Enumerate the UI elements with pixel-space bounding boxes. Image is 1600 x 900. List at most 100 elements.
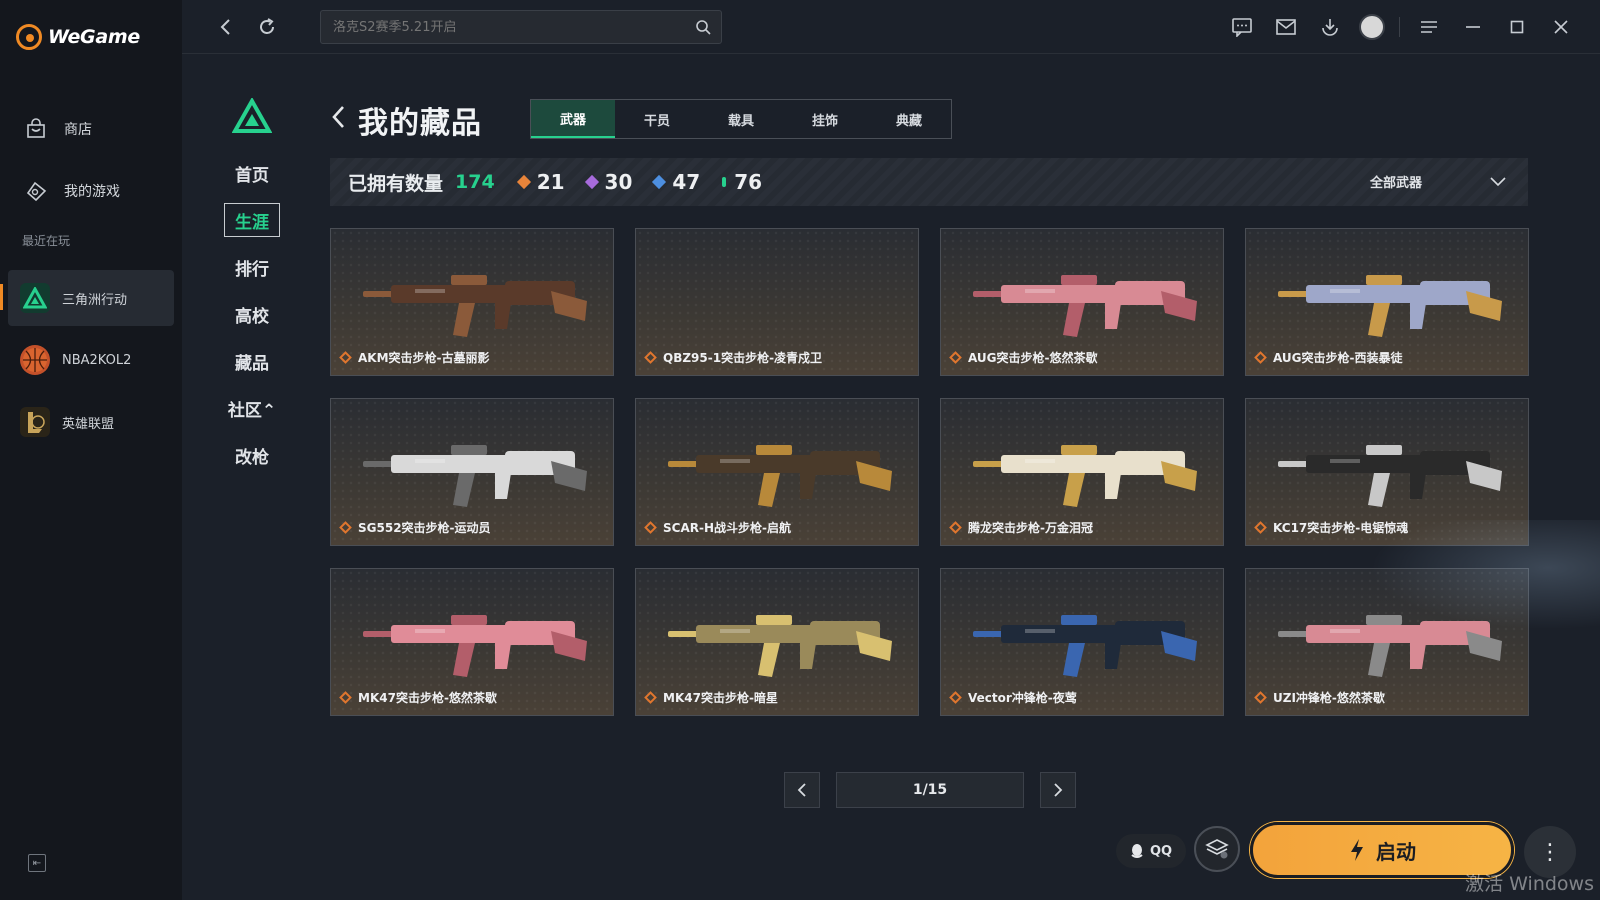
weapon-image (355, 251, 591, 347)
game-nav-college[interactable]: 高校 (222, 297, 282, 331)
weapon-card[interactable]: SCAR-H战斗步枪-启航 (635, 398, 919, 546)
game-nav: 首页 生涯 排行 高校 藏品 社区⌃ 改枪 (222, 96, 282, 485)
menu-icon[interactable] (1414, 12, 1444, 42)
rarity-diamond-icon (339, 351, 352, 364)
rarity-count: 47 (672, 170, 701, 194)
rarity-purple: 30 (584, 170, 632, 194)
tab-operators[interactable]: 干员 (615, 100, 699, 138)
weapon-card[interactable]: AKM突击步枪-古墓丽影 (330, 228, 614, 376)
rarity-count: 21 (536, 170, 565, 194)
background-decoration (1340, 520, 1600, 640)
mail-icon[interactable] (1271, 12, 1301, 42)
weapon-name: UZI冲锋枪-悠然茶歇 (1273, 691, 1385, 705)
delta-force-logo-icon[interactable] (231, 96, 273, 138)
recent-game-nba2kol2[interactable]: NBA2KOL2 (8, 332, 174, 388)
sidebar-item-my-games[interactable]: 我的游戏 (0, 160, 182, 222)
weapon-image (1270, 421, 1506, 517)
game-nav-community[interactable]: 社区⌃ (222, 391, 282, 425)
tab-weapons[interactable]: 武器 (531, 100, 615, 138)
user-avatar[interactable] (1359, 14, 1385, 40)
game-nav-home[interactable]: 首页 (222, 156, 282, 190)
rarity-diamond-icon (339, 521, 352, 534)
owned-stats-bar: 已拥有数量 174 21 30 47 76 全部武器 (330, 158, 1528, 206)
weapon-image (1270, 251, 1506, 347)
more-vertical-icon: ⋮ (1539, 839, 1561, 865)
weapon-card[interactable]: 腾龙突击步枪-万金泪冠 (940, 398, 1224, 546)
owned-count-total: 174 (455, 171, 495, 193)
weapon-name: AKM突击步枪-古墓丽影 (358, 351, 490, 365)
search-icon[interactable] (695, 19, 711, 35)
recent-game-lol[interactable]: 英雄联盟 (8, 394, 174, 450)
top-bar (182, 0, 1600, 54)
weapon-label: SCAR-H战斗步枪-启航 (644, 519, 791, 536)
recent-game-delta-force[interactable]: 三角洲行动 (0, 270, 174, 326)
weapon-card[interactable]: AUG突击步枪-悠然茶歇 (940, 228, 1224, 376)
chevron-left-icon (220, 19, 230, 35)
weapon-name: Vector冲锋枪-夜莺 (968, 691, 1077, 705)
recent-section-label: 最近在玩 (22, 234, 71, 248)
rarity-diamond-icon (1254, 691, 1267, 704)
refresh-button[interactable] (254, 14, 280, 40)
back-button[interactable] (212, 14, 238, 40)
search-input[interactable] (333, 19, 673, 35)
sidebar-item-store[interactable]: 商店 (0, 98, 182, 160)
rarity-diamond-icon (644, 691, 657, 704)
rarity-blue: 47 (652, 170, 701, 194)
divider (1399, 17, 1400, 37)
rarity-count: 76 (734, 170, 763, 194)
weapon-grid: AKM突击步枪-古墓丽影 QBZ95-1突击步枪-凌青戍卫 AUG突击步枪-悠然… (330, 228, 1529, 716)
qq-login-button[interactable]: QQ (1116, 834, 1186, 868)
rarity-blue-icon (652, 174, 667, 190)
weapon-label: AKM突击步枪-古墓丽影 (339, 349, 490, 366)
tab-charms[interactable]: 挂饰 (783, 100, 867, 138)
weapon-label: SG552突击步枪-运动员 (339, 519, 491, 536)
weapon-card[interactable]: QBZ95-1突击步枪-凌青戍卫 (635, 228, 919, 376)
wegame-logo[interactable]: WeGame (16, 22, 140, 52)
weapon-card[interactable]: SG552突击步枪-运动员 (330, 398, 614, 546)
weapon-filter-dropdown[interactable]: 全部武器 (1370, 172, 1506, 191)
weapon-card[interactable]: MK47突击步枪-暗星 (635, 568, 919, 716)
owned-count-label: 已拥有数量 (348, 172, 444, 195)
gamepad-icon (24, 179, 48, 203)
next-page-button[interactable] (1040, 772, 1076, 808)
store-bag-icon (24, 117, 48, 141)
game-nav-gunsmith[interactable]: 改枪 (222, 438, 282, 472)
page-back-button[interactable] (330, 104, 346, 137)
weapon-image (355, 421, 591, 517)
minimize-icon[interactable] (1458, 12, 1488, 42)
window-controls (1227, 12, 1576, 42)
chevron-left-icon (797, 783, 806, 797)
prev-page-button[interactable] (784, 772, 820, 808)
filter-label: 全部武器 (1369, 176, 1422, 191)
close-icon[interactable] (1546, 12, 1576, 42)
sidebar-item-label: 商店 (64, 122, 92, 138)
tab-collectibles[interactable]: 典藏 (867, 100, 951, 138)
weapon-card[interactable]: Vector冲锋枪-夜莺 (940, 568, 1224, 716)
game-nav-career[interactable]: 生涯 (224, 203, 280, 237)
weapon-label: 腾龙突击步枪-万金泪冠 (949, 519, 1093, 536)
weapon-name: AUG突击步枪-西装暴徒 (1273, 351, 1403, 365)
page-indicator: 1/15 (836, 772, 1024, 808)
recent-game-label: 三角洲行动 (62, 292, 128, 308)
accelerator-button[interactable] (1194, 826, 1240, 872)
wegame-logo-icon (16, 24, 42, 50)
tab-vehicles[interactable]: 载具 (699, 100, 783, 138)
collapse-sidebar-button[interactable]: ⇤ (28, 854, 46, 872)
sidebar-item-label: 我的游戏 (64, 184, 120, 200)
weapon-image (660, 591, 896, 687)
game-nav-collection[interactable]: 藏品 (222, 344, 282, 378)
weapon-card[interactable]: AUG突击步枪-西装暴徒 (1245, 228, 1529, 376)
lightning-icon (1351, 839, 1363, 861)
rarity-diamond-icon (1254, 351, 1267, 364)
rarity-diamond-icon (644, 521, 657, 534)
page-header: 我的藏品 (330, 98, 482, 142)
game-nav-ranking[interactable]: 排行 (222, 250, 282, 284)
weapon-label: QBZ95-1突击步枪-凌青戍卫 (644, 349, 822, 366)
chat-icon[interactable] (1227, 12, 1257, 42)
weapon-card[interactable]: MK47突击步枪-悠然茶歇 (330, 568, 614, 716)
windows-activation-watermark: 激活 Windows (1465, 873, 1594, 895)
download-icon[interactable] (1315, 12, 1345, 42)
chevron-left-icon (332, 105, 344, 128)
basketball-icon (20, 345, 50, 375)
maximize-icon[interactable] (1502, 12, 1532, 42)
